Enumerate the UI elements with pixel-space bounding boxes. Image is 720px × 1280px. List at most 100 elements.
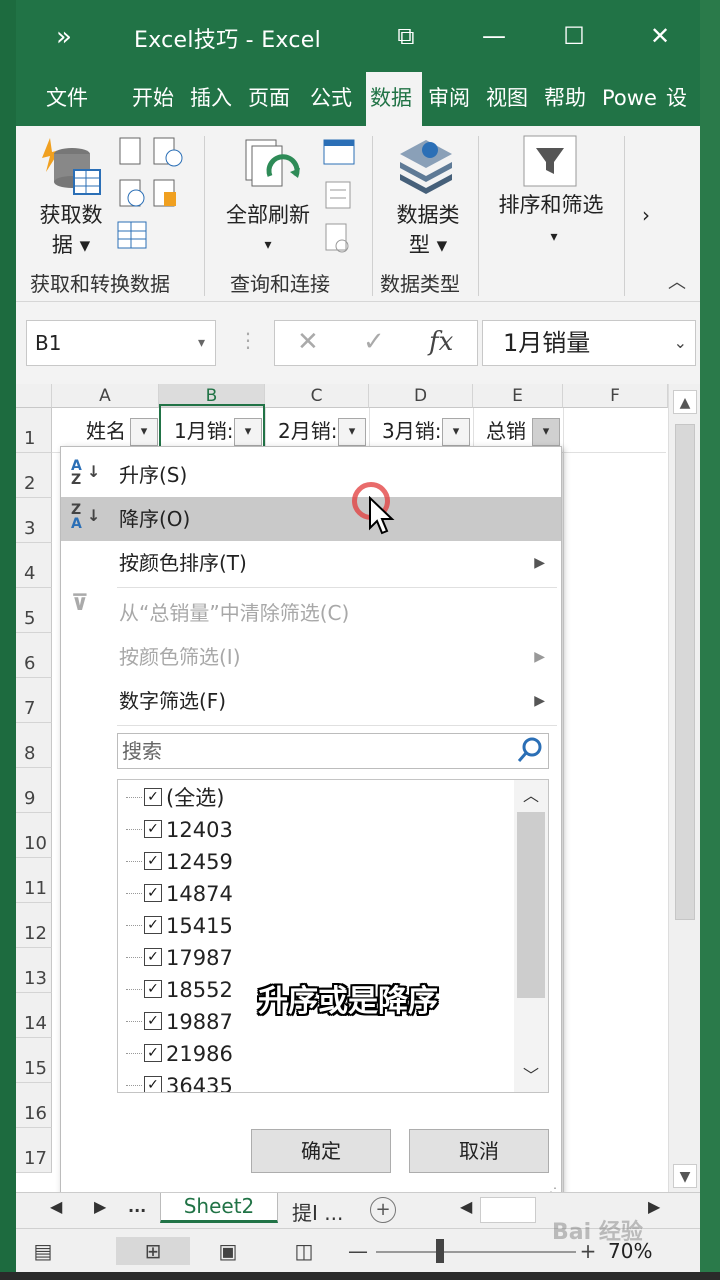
column-header-d[interactable]: D bbox=[369, 384, 473, 408]
data-types-label-1[interactable]: 数据类 bbox=[386, 200, 470, 230]
sort-by-color-item[interactable]: 按颜色排序(T) ▶ bbox=[61, 541, 561, 585]
expand-formula-icon[interactable]: ⌄ bbox=[674, 321, 687, 365]
row-header[interactable]: 14 bbox=[16, 993, 52, 1038]
row-header[interactable]: 4 bbox=[16, 543, 52, 588]
ribbon-display-icon[interactable]: ⧉ bbox=[384, 16, 428, 56]
tab-design[interactable]: 设 bbox=[666, 72, 692, 126]
zoom-slider-knob[interactable] bbox=[436, 1239, 444, 1263]
list-item[interactable]: ✓ 12459 bbox=[126, 846, 233, 878]
row-header[interactable]: 2 bbox=[16, 453, 52, 498]
filter-dropdown-button[interactable]: ▾ bbox=[338, 418, 366, 446]
column-header-c[interactable]: C bbox=[265, 384, 369, 408]
header-cell-mar[interactable]: 3月销: bbox=[382, 412, 440, 450]
filter-values-list[interactable]: ✓ (全选) ✓ 12403 ✓ 12459 ✓ 14874 ✓ 15415 ✓ 17987… bbox=[117, 779, 549, 1093]
sort-filter-label[interactable]: 排序和筛选 bbox=[492, 190, 610, 220]
data-types-icon[interactable] bbox=[396, 134, 456, 196]
add-sheet-button[interactable]: + bbox=[370, 1197, 396, 1223]
sort-filter-arrow[interactable]: ▾ bbox=[542, 222, 566, 252]
ok-button[interactable]: 确定 bbox=[251, 1129, 391, 1173]
page-break-view-icon[interactable]: ◫ bbox=[284, 1237, 324, 1265]
list-scrollbar[interactable]: ︿ ﹀ bbox=[514, 780, 548, 1092]
filter-dropdown-button-active[interactable]: ▾ bbox=[532, 418, 560, 446]
get-data-label-1[interactable]: 获取数 bbox=[34, 200, 108, 230]
tab-review[interactable]: 审阅 bbox=[428, 72, 478, 126]
row-header[interactable]: 7 bbox=[16, 678, 52, 723]
get-data-label-2[interactable]: 据 ▾ bbox=[34, 230, 108, 260]
tab-data[interactable]: 数据 bbox=[366, 72, 422, 126]
next-sheet-icon[interactable]: ▶ bbox=[94, 1197, 106, 1216]
row-header[interactable]: 15 bbox=[16, 1038, 52, 1083]
header-cell-name[interactable]: 姓名 bbox=[86, 412, 130, 450]
prev-sheet-icon[interactable]: ◀ bbox=[50, 1197, 62, 1216]
row-header[interactable]: 3 bbox=[16, 498, 52, 543]
refresh-all-label[interactable]: 全部刷新 bbox=[216, 200, 320, 230]
row-header[interactable]: 8 bbox=[16, 723, 52, 768]
data-types-label-2[interactable]: 型 ▾ bbox=[386, 230, 470, 260]
column-header-e[interactable]: E bbox=[473, 384, 563, 408]
tab-formulas[interactable]: 公式 bbox=[310, 72, 358, 126]
zoom-slider[interactable] bbox=[376, 1251, 576, 1253]
checkbox[interactable]: ✓ bbox=[144, 852, 162, 870]
sheet-tab-other[interactable]: 提I ... bbox=[292, 1197, 343, 1226]
chevron-down-icon[interactable]: ▾ bbox=[198, 321, 205, 365]
tab-home[interactable]: 开始 bbox=[132, 72, 180, 126]
filter-dropdown-button[interactable]: ▾ bbox=[130, 418, 158, 446]
more-sheets-left[interactable]: ... bbox=[128, 1197, 146, 1216]
sort-descending-item[interactable]: ZA ↓ 降序(O) bbox=[61, 497, 561, 541]
sheet-tab-active[interactable]: Sheet2 bbox=[160, 1193, 278, 1223]
list-item[interactable]: ✓ 14874 bbox=[126, 878, 233, 910]
refresh-all-arrow[interactable]: ▾ bbox=[256, 230, 280, 260]
select-all-corner[interactable] bbox=[16, 384, 52, 408]
checkbox[interactable]: ✓ bbox=[144, 1044, 162, 1062]
get-data-icon[interactable] bbox=[38, 136, 102, 198]
normal-view-icon[interactable]: ⊞ bbox=[116, 1237, 190, 1265]
tab-insert[interactable]: 插入 bbox=[190, 72, 238, 126]
filter-funnel-icon[interactable] bbox=[522, 134, 578, 188]
tab-file[interactable]: 文件 bbox=[46, 72, 100, 126]
sort-ascending-item[interactable]: AZ ↓ 升序(S) bbox=[61, 453, 561, 497]
hscroll-left-icon[interactable]: ◀ bbox=[460, 1197, 472, 1216]
query-small-icons[interactable] bbox=[320, 136, 360, 258]
formula-input[interactable]: 1月销量 ⌄ bbox=[482, 320, 696, 366]
list-item[interactable]: ✓ 12403 bbox=[126, 814, 233, 846]
header-cell-total[interactable]: 总销 bbox=[486, 412, 532, 450]
list-item[interactable]: ✓ 19887 bbox=[126, 1006, 233, 1038]
row-header[interactable]: 12 bbox=[16, 903, 52, 948]
list-item[interactable]: ✓ 15415 bbox=[126, 910, 233, 942]
get-data-small-icons[interactable] bbox=[116, 134, 188, 254]
checkbox[interactable]: ✓ bbox=[144, 948, 162, 966]
row-header[interactable]: 16 bbox=[16, 1083, 52, 1128]
tab-help[interactable]: 帮助 bbox=[544, 72, 594, 126]
zoom-out-icon[interactable]: — bbox=[346, 1237, 370, 1265]
row-header[interactable]: 17 bbox=[16, 1128, 52, 1173]
filter-dropdown-button[interactable]: ▾ bbox=[442, 418, 470, 446]
insert-function-icon[interactable]: fx bbox=[429, 327, 453, 357]
header-cell-feb[interactable]: 2月销: bbox=[278, 412, 336, 450]
tab-power[interactable]: Powe bbox=[602, 72, 660, 126]
close-button[interactable]: ✕ bbox=[638, 16, 682, 56]
vertical-scrollbar[interactable]: ▲ ▼ bbox=[668, 384, 700, 1192]
chevron-up-icon[interactable]: ︿ bbox=[514, 782, 548, 810]
checkbox[interactable]: ✓ bbox=[144, 884, 162, 902]
filter-search-input[interactable]: 搜索 bbox=[117, 733, 549, 769]
scroll-up-icon[interactable]: ▲ bbox=[673, 390, 697, 414]
column-header-a[interactable]: A bbox=[52, 384, 159, 408]
checkbox[interactable]: ✓ bbox=[144, 980, 162, 998]
row-header[interactable]: 11 bbox=[16, 858, 52, 903]
column-header-f[interactable]: F bbox=[563, 384, 668, 408]
minimize-button[interactable]: — bbox=[472, 16, 516, 56]
name-box[interactable]: B1 ▾ bbox=[26, 320, 216, 366]
cancel-button[interactable]: 取消 bbox=[409, 1129, 549, 1173]
enter-icon[interactable]: ✓ bbox=[363, 327, 385, 357]
list-item[interactable]: ✓ 36435 bbox=[126, 1070, 233, 1092]
checkbox[interactable]: ✓ bbox=[144, 820, 162, 838]
list-scrollbar-thumb[interactable] bbox=[517, 812, 545, 998]
checkbox[interactable]: ✓ bbox=[144, 916, 162, 934]
checkbox[interactable]: ✓ bbox=[144, 1076, 162, 1092]
row-header[interactable]: 13 bbox=[16, 948, 52, 993]
row-header[interactable]: 9 bbox=[16, 768, 52, 813]
checkbox[interactable]: ✓ bbox=[144, 1012, 162, 1030]
row-header[interactable]: 1 bbox=[16, 408, 52, 453]
header-cell-jan[interactable]: 1月销: bbox=[174, 412, 232, 450]
tab-view[interactable]: 视图 bbox=[486, 72, 536, 126]
